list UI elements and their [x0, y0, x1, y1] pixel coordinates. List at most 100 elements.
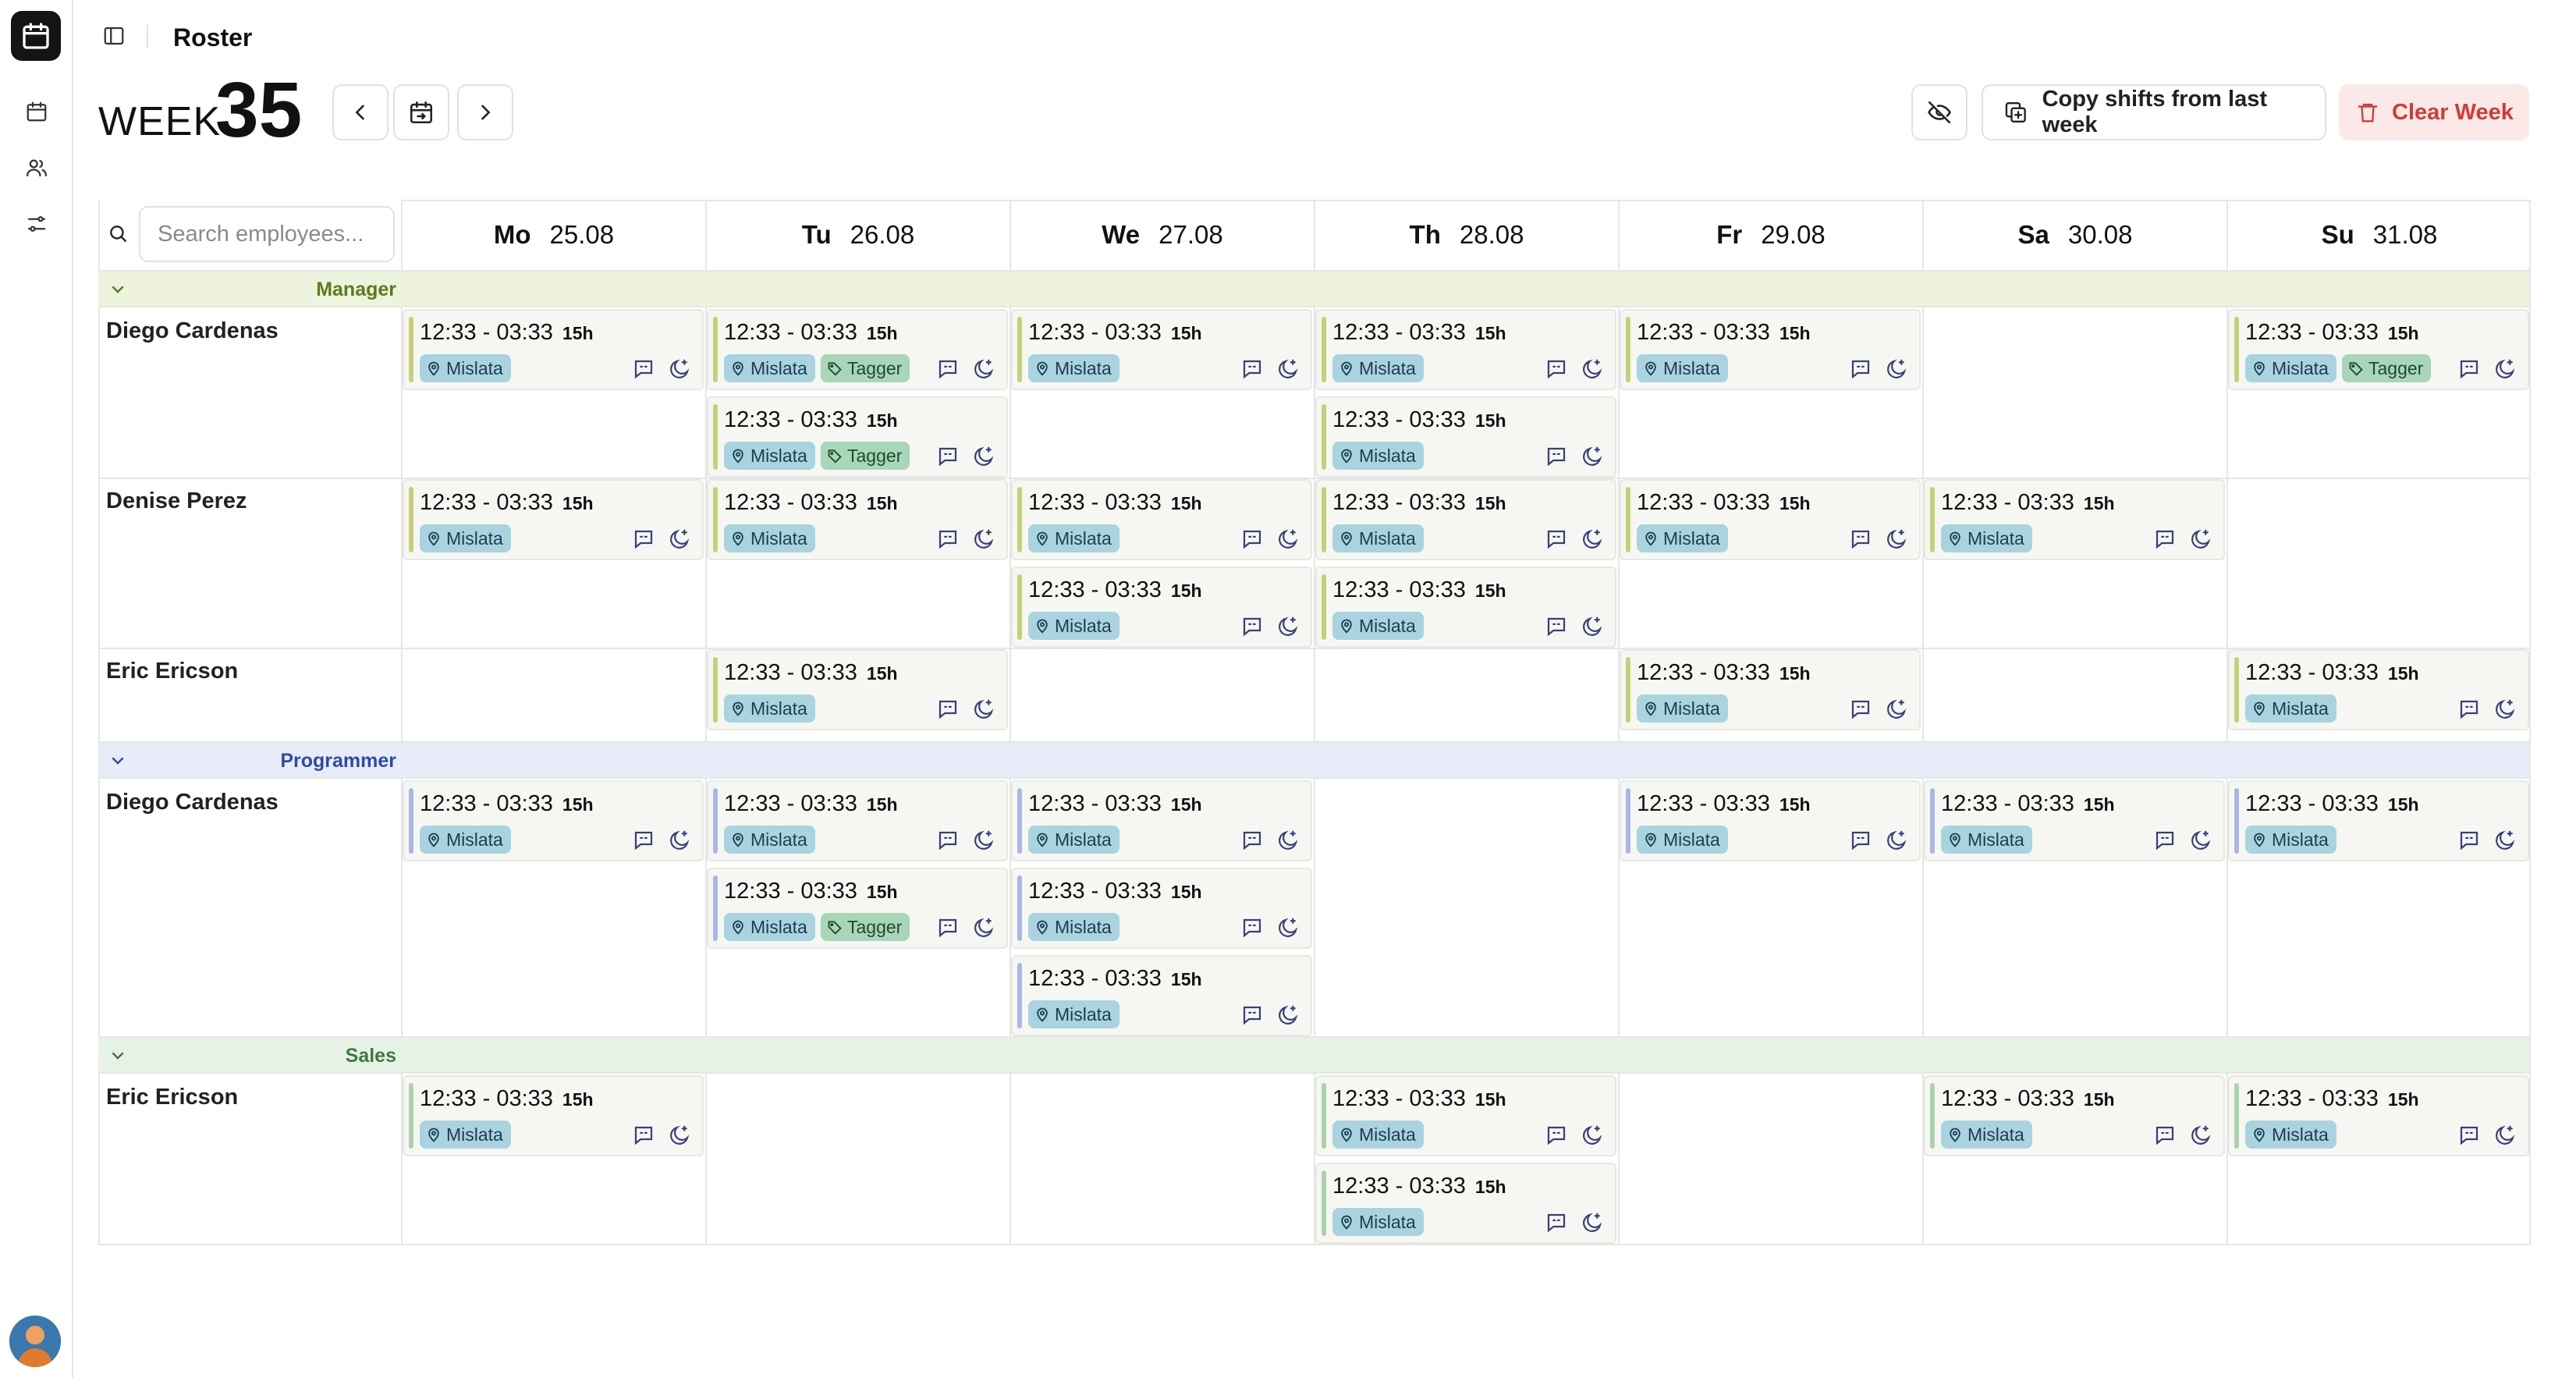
night-shift-moon-icon[interactable]	[2187, 526, 2214, 552]
location-tag[interactable]: Mislata	[1332, 524, 1424, 552]
note-icon[interactable]	[935, 356, 961, 382]
night-shift-moon-icon[interactable]	[2492, 827, 2518, 854]
shift-card[interactable]: 12:33 - 03:33 15h Mislata	[1011, 780, 1312, 861]
location-tag[interactable]: Mislata	[1941, 1121, 2032, 1149]
search-employees-input[interactable]	[139, 206, 395, 262]
sidebar-calendar-icon[interactable]	[16, 91, 58, 133]
night-shift-moon-icon[interactable]	[970, 696, 997, 723]
night-shift-moon-icon[interactable]	[2492, 356, 2518, 382]
clear-week-button[interactable]: Clear Week	[2339, 84, 2529, 140]
note-icon[interactable]	[2456, 356, 2482, 382]
employee-name[interactable]: Eric Ericson	[106, 659, 238, 684]
note-icon[interactable]	[935, 526, 961, 552]
note-icon[interactable]	[1847, 526, 1874, 552]
night-shift-moon-icon[interactable]	[1275, 613, 1301, 640]
location-tag[interactable]: Mislata	[724, 694, 815, 723]
tagger-tag[interactable]: Tagger	[821, 354, 910, 382]
employee-name[interactable]: Diego Cardenas	[106, 790, 279, 815]
location-tag[interactable]: Mislata	[2245, 694, 2336, 723]
shift-card[interactable]: 12:33 - 03:33 15h Mislata	[1011, 955, 1312, 1036]
location-tag[interactable]: Mislata	[1941, 826, 2032, 854]
night-shift-moon-icon[interactable]	[2492, 1122, 2518, 1149]
night-shift-moon-icon[interactable]	[1579, 526, 1606, 552]
night-shift-moon-icon[interactable]	[666, 356, 693, 382]
location-tag[interactable]: Mislata	[420, 1121, 511, 1149]
sidebar-toggle-icon[interactable]	[97, 19, 131, 53]
location-tag[interactable]: Mislata	[1332, 442, 1424, 470]
note-icon[interactable]	[2456, 827, 2482, 854]
shift-card[interactable]: 12:33 - 03:33 15h Mislata	[1924, 1075, 2225, 1156]
night-shift-moon-icon[interactable]	[1275, 356, 1301, 382]
location-tag[interactable]: Mislata	[1637, 694, 1728, 723]
note-icon[interactable]	[935, 827, 961, 854]
location-tag[interactable]: Mislata	[2245, 354, 2336, 382]
night-shift-moon-icon[interactable]	[2492, 696, 2518, 723]
night-shift-moon-icon[interactable]	[970, 526, 997, 552]
shift-card[interactable]: 12:33 - 03:33 15h Mislata Tagger	[707, 868, 1008, 949]
shift-card[interactable]: 12:33 - 03:33 15h Mislata	[1011, 868, 1312, 949]
previous-week-button[interactable]	[332, 84, 389, 140]
night-shift-moon-icon[interactable]	[1275, 526, 1301, 552]
location-tag[interactable]: Mislata	[1637, 524, 1728, 552]
shift-card[interactable]: 12:33 - 03:33 15h Mislata	[1315, 566, 1616, 648]
night-shift-moon-icon[interactable]	[970, 443, 997, 470]
night-shift-moon-icon[interactable]	[1579, 1209, 1606, 1236]
note-icon[interactable]	[1239, 613, 1265, 640]
note-icon[interactable]	[1847, 356, 1874, 382]
tagger-tag[interactable]: Tagger	[821, 913, 910, 941]
shift-card[interactable]: 12:33 - 03:33 15h Mislata	[1011, 309, 1312, 390]
note-icon[interactable]	[1847, 827, 1874, 854]
note-icon[interactable]	[1543, 613, 1570, 640]
night-shift-moon-icon[interactable]	[1579, 1122, 1606, 1149]
note-icon[interactable]	[1239, 1002, 1265, 1028]
app-logo-calendar-icon[interactable]	[11, 11, 61, 61]
night-shift-moon-icon[interactable]	[1579, 613, 1606, 640]
shift-card[interactable]: 12:33 - 03:33 15h Mislata	[1620, 780, 1921, 861]
note-icon[interactable]	[935, 696, 961, 723]
night-shift-moon-icon[interactable]	[1579, 443, 1606, 470]
note-icon[interactable]	[2152, 827, 2178, 854]
shift-card[interactable]: 12:33 - 03:33 15h Mislata	[403, 479, 704, 560]
shift-card[interactable]: 12:33 - 03:33 15h Mislata	[2228, 1075, 2529, 1156]
shift-card[interactable]: 12:33 - 03:33 15h Mislata	[403, 780, 704, 861]
shift-card[interactable]: 12:33 - 03:33 15h Mislata	[1315, 1075, 1616, 1156]
location-tag[interactable]: Mislata	[724, 826, 815, 854]
note-icon[interactable]	[1543, 1209, 1570, 1236]
night-shift-moon-icon[interactable]	[1883, 827, 1910, 854]
current-week-button[interactable]	[393, 84, 449, 140]
shift-card[interactable]: 12:33 - 03:33 15h Mislata	[1620, 309, 1921, 390]
shift-card[interactable]: 12:33 - 03:33 15h Mislata	[1924, 780, 2225, 861]
note-icon[interactable]	[1239, 827, 1265, 854]
location-tag[interactable]: Mislata	[2245, 826, 2336, 854]
location-tag[interactable]: Mislata	[1028, 354, 1119, 382]
note-icon[interactable]	[1847, 696, 1874, 723]
note-icon[interactable]	[2456, 1122, 2482, 1149]
user-avatar[interactable]	[9, 1316, 61, 1367]
night-shift-moon-icon[interactable]	[1883, 356, 1910, 382]
shift-card[interactable]: 12:33 - 03:33 15h Mislata	[403, 309, 704, 390]
note-icon[interactable]	[630, 356, 657, 382]
note-icon[interactable]	[630, 827, 657, 854]
note-icon[interactable]	[2152, 526, 2178, 552]
night-shift-moon-icon[interactable]	[970, 827, 997, 854]
note-icon[interactable]	[1543, 1122, 1570, 1149]
note-icon[interactable]	[1543, 526, 1570, 552]
night-shift-moon-icon[interactable]	[970, 356, 997, 382]
night-shift-moon-icon[interactable]	[666, 1122, 693, 1149]
shift-card[interactable]: 12:33 - 03:33 15h Mislata	[707, 780, 1008, 861]
location-tag[interactable]: Mislata	[724, 524, 815, 552]
location-tag[interactable]: Mislata	[1028, 826, 1119, 854]
location-tag[interactable]: Mislata	[1941, 524, 2032, 552]
shift-card[interactable]: 12:33 - 03:33 15h Mislata	[1315, 396, 1616, 478]
shift-card[interactable]: 12:33 - 03:33 15h Mislata	[1620, 649, 1921, 730]
location-tag[interactable]: Mislata	[1028, 913, 1119, 941]
hide-toggle-button[interactable]	[1911, 84, 1967, 140]
note-icon[interactable]	[630, 1122, 657, 1149]
location-tag[interactable]: Mislata	[724, 442, 815, 470]
night-shift-moon-icon[interactable]	[970, 915, 997, 941]
note-icon[interactable]	[1239, 356, 1265, 382]
night-shift-moon-icon[interactable]	[2187, 1122, 2214, 1149]
location-tag[interactable]: Mislata	[420, 826, 511, 854]
location-tag[interactable]: Mislata	[1332, 1208, 1424, 1236]
night-shift-moon-icon[interactable]	[1883, 526, 1910, 552]
